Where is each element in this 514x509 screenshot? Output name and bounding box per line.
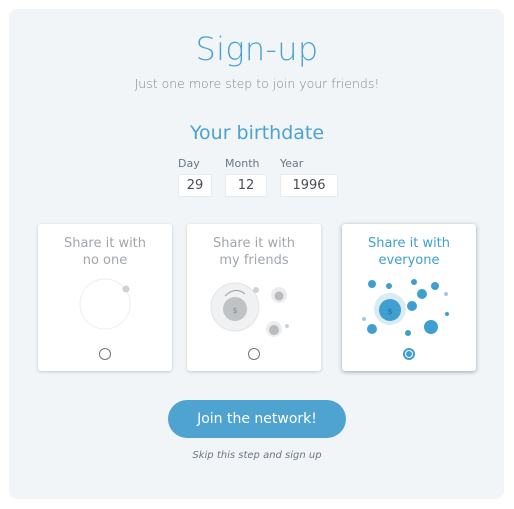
year-label: Year: [280, 157, 304, 170]
page-title: Sign-up: [195, 30, 319, 68]
share-option-title-line1: Share it with: [63, 236, 147, 251]
public-network-illustration-icon: $: [362, 279, 449, 336]
share-option-title-line2: no one: [82, 253, 128, 268]
share-option-title: Share it with my friends: [187, 235, 321, 269]
share-option-title-line2: my friends: [219, 253, 289, 268]
birthdate-heading: Your birthdate: [189, 122, 325, 144]
day-field[interactable]: 29: [178, 174, 212, 197]
skip-link[interactable]: Skip this step and sign up: [0, 450, 514, 461]
share-option-title: Share it with everyone: [342, 235, 476, 269]
share-option-radio[interactable]: [248, 348, 260, 360]
share-option-my-friends[interactable]: Share it with my friends $: [187, 224, 321, 371]
share-option-title-line1: Share it with: [367, 236, 451, 251]
share-option-no-one[interactable]: Share it with no one: [38, 224, 172, 371]
svg-text:$: $: [387, 307, 392, 316]
share-option-title-line1: Share it with: [212, 236, 296, 251]
share-option-title: Share it with no one: [38, 235, 172, 269]
month-label: Month: [225, 157, 260, 170]
friends-network-illustration-icon: $: [210, 282, 289, 337]
page-subtitle: Just one more step to join your friends!: [134, 76, 380, 91]
share-option-everyone[interactable]: Share it with everyone $: [342, 224, 476, 371]
private-illustration-icon: [79, 278, 131, 330]
svg-text:$: $: [232, 306, 237, 315]
month-field[interactable]: 12: [225, 174, 267, 197]
share-option-radio[interactable]: [99, 348, 111, 360]
share-option-title-line2: everyone: [378, 253, 440, 268]
share-option-radio[interactable]: [403, 348, 415, 360]
day-label: Day: [178, 157, 200, 170]
join-network-button[interactable]: Join the network!: [168, 400, 346, 438]
year-field[interactable]: 1996: [280, 174, 338, 197]
